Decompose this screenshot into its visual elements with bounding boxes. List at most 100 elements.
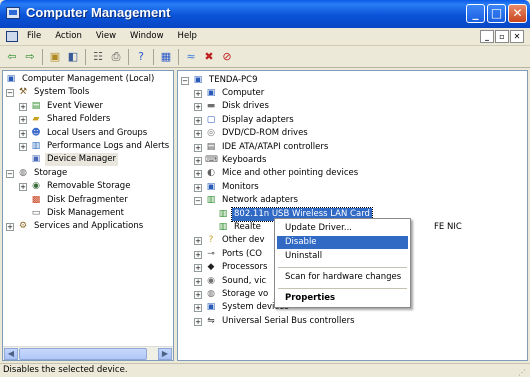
update-driver-icon[interactable]: ≈ [183, 49, 199, 65]
tree-item-label: Other dev [222, 235, 265, 246]
properties-icon[interactable]: ☷ [90, 49, 106, 65]
keyboard-icon: ⌨ [205, 155, 218, 165]
collapse-icon[interactable]: − [181, 77, 189, 85]
menu-item-uninstall[interactable]: Uninstall [277, 250, 408, 263]
menu-item-properties[interactable]: Properties [277, 292, 408, 305]
mdi-restore-button[interactable]: ▫ [495, 30, 509, 43]
horizontal-scrollbar[interactable]: ◀ ▶ [3, 346, 173, 360]
menu-item-scan-for-hardware-changes[interactable]: Scan for hardware changes [277, 271, 408, 284]
tree-item-label: Storage [34, 167, 68, 178]
menu-help[interactable]: Help [178, 31, 197, 41]
show-hide-tree-icon[interactable]: ◧ [65, 49, 81, 65]
tree-item-label: Disk drives [222, 101, 269, 112]
processor-icon: ◆ [207, 262, 215, 273]
menu-item-disable[interactable]: Disable [277, 236, 408, 249]
network-card-icon: ▥ [218, 222, 228, 232]
tree-item-label: Storage vo [222, 289, 269, 299]
disable-device-icon[interactable]: ⊘ [219, 49, 235, 65]
tree-item-label: Realte [234, 222, 261, 232]
expand-icon[interactable]: + [194, 237, 202, 246]
menu-file[interactable]: File [27, 31, 41, 41]
menu-separator [278, 288, 407, 289]
up-folder-icon[interactable]: ▣ [47, 49, 63, 65]
mouse-icon: ◐ [207, 168, 215, 179]
event-viewer-icon: ▤ [31, 100, 41, 111]
cdrom-icon: ◎ [207, 128, 215, 139]
menu-item-update-driver[interactable]: Update Driver... [277, 222, 408, 235]
computer-icon: ▣ [6, 74, 16, 84]
menu-window[interactable]: Window [130, 31, 164, 41]
network-card-icon: ▥ [218, 208, 228, 219]
expand-icon[interactable]: + [194, 130, 202, 139]
tree-item-label: Network adapters [222, 195, 298, 206]
tree-item-label: Display adapters [222, 114, 294, 125]
computer-management-icon [6, 7, 20, 19]
context-menu: Update Driver... Disable Uninstall Scan for… [274, 218, 411, 308]
defrag-icon: ▩ [31, 194, 41, 205]
collapse-icon[interactable]: − [6, 89, 14, 98]
close-button[interactable]: ✕ [508, 4, 527, 23]
window-title: Computer Management [26, 5, 171, 20]
tools-icon: ⚒ [18, 87, 28, 98]
collapse-icon[interactable]: − [6, 169, 14, 178]
expand-icon[interactable]: + [19, 116, 27, 125]
expand-icon[interactable]: + [194, 157, 202, 165]
expand-icon[interactable]: + [19, 129, 27, 138]
tree-item-label: Disk Management [47, 208, 124, 218]
expand-icon[interactable]: + [194, 304, 202, 313]
expand-icon[interactable]: + [194, 116, 202, 125]
computer-icon: ▣ [193, 75, 203, 85]
uninstall-icon[interactable]: ✖ [201, 49, 217, 65]
expand-icon[interactable]: + [194, 277, 202, 286]
disk-management-icon: ▭ [31, 208, 41, 218]
console-tree: ▣ Computer Management (Local) − ⚒ System Too… [2, 70, 174, 361]
sound-icon: ◉ [207, 275, 215, 286]
forward-icon[interactable]: ⇨ [22, 49, 38, 65]
print-icon[interactable]: ⎙ [108, 49, 124, 65]
minimize-button[interactable]: _ [466, 4, 485, 23]
shared-folder-icon: ▰ [32, 114, 40, 125]
tree-item-label: Universal Serial Bus controllers [222, 315, 355, 326]
expand-icon[interactable]: + [194, 170, 202, 179]
expand-icon[interactable]: + [19, 143, 27, 151]
tree-item-label: Services and Applications [34, 221, 144, 232]
expand-icon[interactable]: + [194, 183, 202, 192]
services-icon: ⚙ [18, 221, 28, 232]
scan-hardware-icon[interactable]: ▦ [158, 49, 174, 65]
tree-item-label: Computer Management (Local) [22, 74, 155, 84]
expand-icon[interactable]: + [194, 143, 202, 152]
tree-item-label: Mice and other pointing devices [222, 168, 359, 179]
maximize-button[interactable]: □ [487, 4, 506, 23]
expand-icon[interactable]: + [194, 250, 202, 259]
device-tree: − ▣ TENDA-PC9 + ▣ Computer + ▬ Disk drives + ▢ D… [177, 70, 528, 361]
scroll-left-icon[interactable]: ◀ [4, 348, 18, 360]
mdi-close-button[interactable]: ✕ [510, 30, 524, 43]
removable-storage-icon: ◉ [32, 181, 40, 192]
expand-icon[interactable]: + [194, 103, 202, 112]
menu-view[interactable]: View [96, 31, 116, 41]
expand-icon[interactable]: + [194, 291, 202, 299]
status-bar: Disables the selected device. ⋰ [0, 363, 530, 377]
expand-icon[interactable]: + [194, 317, 202, 326]
expand-icon[interactable]: + [194, 264, 202, 273]
monitor-icon: ▣ [206, 181, 216, 192]
disk-drive-icon: ▬ [206, 101, 216, 112]
mdi-minimize-button[interactable]: _ [480, 30, 494, 43]
menu-action[interactable]: Action [55, 31, 82, 41]
resize-grip-icon[interactable]: ⋰ [518, 366, 528, 377]
scrollbar-thumb[interactable] [19, 348, 147, 360]
back-icon[interactable]: ⇦ [4, 49, 20, 65]
other-devices-icon: ? [208, 235, 214, 246]
expand-icon[interactable]: + [19, 183, 27, 192]
expand-icon[interactable]: + [6, 223, 14, 232]
tree-item-label: DVD/CD-ROM drives [222, 128, 308, 139]
expand-icon[interactable]: + [19, 102, 27, 111]
mdi-window-icon[interactable] [6, 31, 18, 42]
expand-icon[interactable]: + [194, 90, 202, 98]
help-icon[interactable]: ? [133, 49, 149, 65]
storage-icon: ◍ [207, 289, 215, 299]
scroll-right-icon[interactable]: ▶ [158, 348, 172, 360]
tree-item-label: Performance Logs and Alerts [47, 141, 170, 151]
collapse-icon[interactable]: − [194, 197, 202, 206]
tree-item-label: Keyboards [222, 155, 267, 165]
